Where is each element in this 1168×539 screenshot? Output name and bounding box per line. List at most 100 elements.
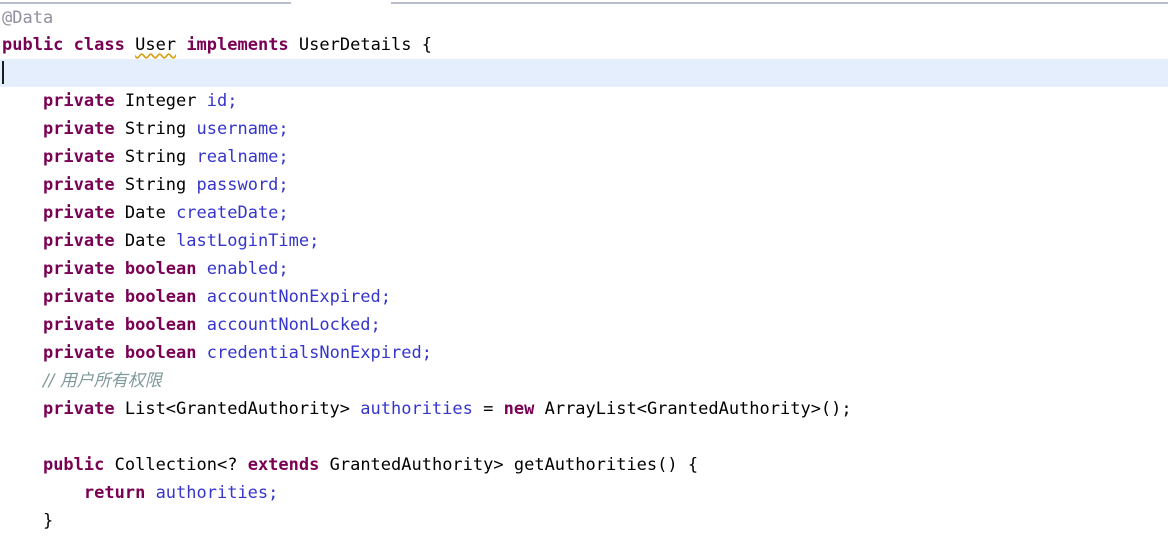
code-line-13[interactable]: private boolean credentialsNonExpired; <box>0 339 1168 367</box>
code-line-19[interactable]: } <box>0 507 1168 535</box>
code-line-9[interactable]: private Date lastLoginTime; <box>0 227 1168 255</box>
keyword-return: return <box>83 483 146 503</box>
keyword-new: new <box>503 399 535 419</box>
identifier-user: User <box>135 35 177 55</box>
type-string: String <box>124 119 187 139</box>
keyword-private: private <box>42 343 115 363</box>
type-collection-wildcard: Collection<? <box>114 455 238 475</box>
code-line-16[interactable] <box>0 423 1168 451</box>
code-line-12[interactable]: private boolean accountNonLocked; <box>0 311 1168 339</box>
keyword-private: private <box>42 287 115 307</box>
type-date: Date <box>124 203 166 223</box>
field-accountnonlocked: accountNonLocked; <box>206 315 381 335</box>
keyword-public: public <box>42 455 105 475</box>
code-line-3-caret-line[interactable] <box>0 59 1168 87</box>
field-username: username; <box>196 119 289 139</box>
brace-close: } <box>42 511 54 531</box>
code-line-10[interactable]: private boolean enabled; <box>0 255 1168 283</box>
code-line-11[interactable]: private boolean accountNonExpired; <box>0 283 1168 311</box>
code-line-1[interactable]: @Data <box>0 5 1168 31</box>
annotation-data: @Data <box>2 8 54 28</box>
code-line-6[interactable]: private String realname; <box>0 143 1168 171</box>
type-list-grantedauthority: List<GrantedAuthority> <box>124 399 351 419</box>
type-userdetails: UserDetails <box>298 35 412 55</box>
operator-assign: = <box>483 399 494 419</box>
code-line-17[interactable]: public Collection<? extends GrantedAutho… <box>0 451 1168 479</box>
keyword-private: private <box>42 259 115 279</box>
keyword-private: private <box>42 231 115 251</box>
keyword-class: class <box>73 35 125 55</box>
keyword-implements: implements <box>186 35 289 55</box>
keyword-private: private <box>42 147 115 167</box>
code-line-8[interactable]: private Date createDate; <box>0 199 1168 227</box>
toolbar-divider-right <box>391 2 1168 4</box>
field-password: password; <box>196 175 289 195</box>
keyword-private: private <box>42 203 115 223</box>
brace-open: { <box>421 35 433 55</box>
code-line-5[interactable]: private String username; <box>0 115 1168 143</box>
code-line-2[interactable]: public class User implements UserDetails… <box>0 31 1168 59</box>
keyword-boolean: boolean <box>124 343 197 363</box>
type-integer: Integer <box>124 91 197 111</box>
keyword-private: private <box>42 119 115 139</box>
code-line-15[interactable]: private List<GrantedAuthority> authoriti… <box>0 395 1168 423</box>
text-caret <box>2 61 4 84</box>
keyword-private: private <box>42 315 115 335</box>
keyword-private: private <box>42 399 115 419</box>
code-line-7[interactable]: private String password; <box>0 171 1168 199</box>
code-editor[interactable]: @Data public class User implements UserD… <box>0 5 1168 539</box>
field-createdate: createDate; <box>176 203 289 223</box>
keyword-boolean: boolean <box>124 259 197 279</box>
toolbar-divider-left <box>0 2 291 4</box>
field-enabled: enabled; <box>206 259 289 279</box>
code-line-14[interactable]: // 用户所有权限 <box>0 367 1168 395</box>
field-authorities-return: authorities; <box>155 483 279 503</box>
type-grantedauthority: GrantedAuthority> <box>329 455 504 475</box>
field-lastlogintime: lastLoginTime; <box>176 231 320 251</box>
code-line-4[interactable]: private Integer id; <box>0 87 1168 115</box>
comment-authorities: // 用户所有权限 <box>42 371 162 391</box>
code-line-18[interactable]: return authorities; <box>0 479 1168 507</box>
keyword-public: public <box>2 35 64 55</box>
keyword-boolean: boolean <box>124 315 197 335</box>
